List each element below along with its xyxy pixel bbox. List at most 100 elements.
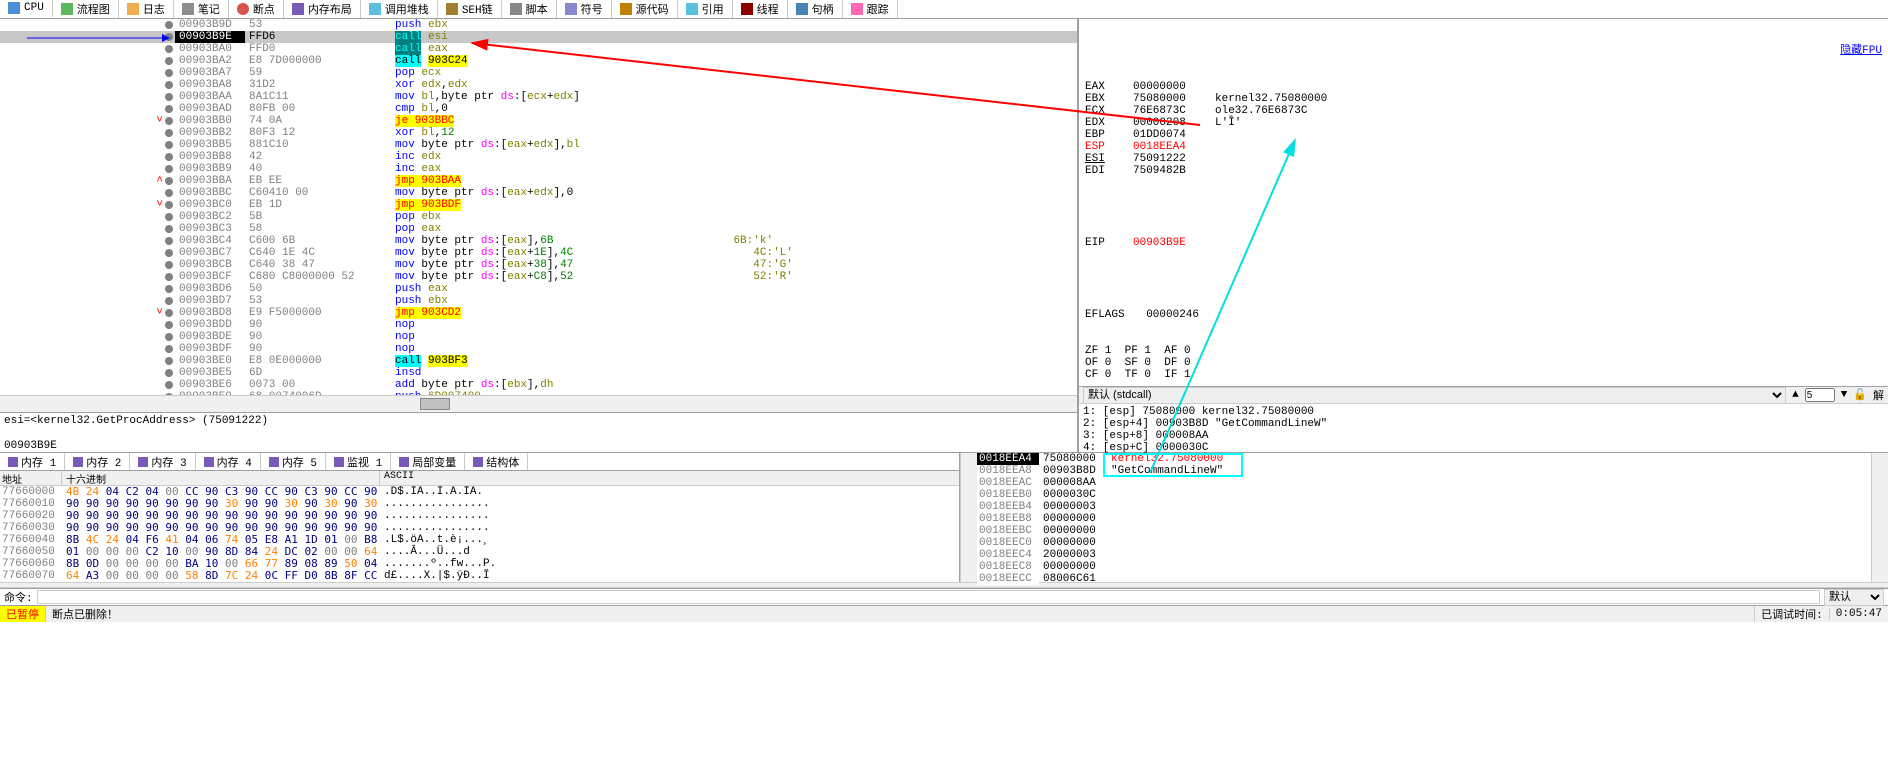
- disasm-row[interactable]: 00903BB940inc eax: [0, 163, 1077, 175]
- breakpoint-dot[interactable]: [165, 93, 173, 101]
- mem-vscroll[interactable]: [960, 453, 977, 582]
- breakpoint-dot[interactable]: [165, 213, 173, 221]
- tab-stack[interactable]: 调用堆栈: [361, 0, 438, 18]
- tab-seh[interactable]: SEH链: [438, 0, 502, 18]
- disasm-row[interactable]: 00903BAD80FB 00cmp bl,0: [0, 103, 1077, 115]
- breakpoint-dot[interactable]: [165, 177, 173, 185]
- reg-edi-value[interactable]: 7509482B: [1133, 165, 1215, 177]
- disasm-row[interactable]: 00903B9EFFD6call esi: [0, 31, 1077, 43]
- tab-src[interactable]: 源代码: [612, 0, 678, 18]
- breakpoint-dot[interactable]: [165, 273, 173, 281]
- breakpoint-dot[interactable]: [165, 165, 173, 173]
- breakpoint-dot[interactable]: [165, 117, 173, 125]
- disasm-row[interactable]: 00903BB842inc edx: [0, 151, 1077, 163]
- breakpoint-dot[interactable]: [165, 297, 173, 305]
- memhdr-hex[interactable]: 十六进制: [62, 471, 380, 485]
- arg-count-input[interactable]: [1805, 388, 1835, 402]
- breakpoint-dot[interactable]: [165, 333, 173, 341]
- stack-row[interactable]: 0018EEBC00000000: [977, 525, 1871, 537]
- disasm-row[interactable]: 00903BC7C640 1E 4Cmov byte ptr ds:[eax+1…: [0, 247, 1077, 259]
- stack-row[interactable]: 0018EEB800000000: [977, 513, 1871, 525]
- breakpoint-dot[interactable]: [165, 141, 173, 149]
- cmd-combo[interactable]: 默认: [1824, 589, 1884, 606]
- disasm-row[interactable]: ˅00903BC0EB 1Djmp 903BDF: [0, 199, 1077, 211]
- disasm-row[interactable]: 00903BDD90nop: [0, 319, 1077, 331]
- stack-row[interactable]: 0018EEAC000008AA: [977, 477, 1871, 489]
- mem-tab-4[interactable]: 内存 5: [261, 453, 326, 470]
- disasm-row[interactable]: 00903BA0FFD0call eax: [0, 43, 1077, 55]
- disasm-row[interactable]: 00903BA2E8 7D000000call 903C24: [0, 55, 1077, 67]
- registers-panel[interactable]: 隐藏FPU EAX00000000EBX75080000kernel32.750…: [1079, 19, 1888, 386]
- tab-ref[interactable]: 引用: [678, 0, 733, 18]
- disasm-row[interactable]: 00903BDE90nop: [0, 331, 1077, 343]
- reg-ecx-value[interactable]: 76E6873C: [1133, 105, 1215, 117]
- mem-tab-3[interactable]: 内存 4: [196, 453, 261, 470]
- disasm-row[interactable]: 00903BD650push eax: [0, 283, 1077, 295]
- tab-mem[interactable]: 内存布局: [284, 0, 361, 18]
- breakpoint-dot[interactable]: [165, 45, 173, 53]
- mem-tab-2[interactable]: 内存 3: [130, 453, 195, 470]
- tab-flow[interactable]: 流程图: [53, 0, 119, 18]
- mem-tab-5[interactable]: 监视 1: [326, 453, 391, 470]
- disasm-row[interactable]: 00903BE60073 00add byte ptr ds:[ebx],dh: [0, 379, 1077, 391]
- flag-line[interactable]: ZF 1 PF 1 AF 0: [1085, 345, 1882, 357]
- disasm-row[interactable]: ˅00903BB074 0Aje 903BBC: [0, 115, 1077, 127]
- disasm-row[interactable]: 00903BA831D2xor edx,edx: [0, 79, 1077, 91]
- tab-log[interactable]: 日志: [119, 0, 174, 18]
- disasm-row[interactable]: 00903BD753push ebx: [0, 295, 1077, 307]
- breakpoint-dot[interactable]: [165, 309, 173, 317]
- hide-fpu-link[interactable]: 隐藏FPU: [1840, 45, 1882, 57]
- disasm-row[interactable]: 00903BE0E8 0E000000call 903BF3: [0, 355, 1077, 367]
- breakpoint-dot[interactable]: [165, 381, 173, 389]
- breakpoint-dot[interactable]: [165, 81, 173, 89]
- disasm-row[interactable]: 00903BB5881C10mov byte ptr ds:[eax+edx],…: [0, 139, 1077, 151]
- reg-edx-value[interactable]: 00000208: [1133, 117, 1215, 129]
- disasm-row[interactable]: ˄00903BBAEB EEjmp 903BAA: [0, 175, 1077, 187]
- stack-row[interactable]: 0018EEC420000003: [977, 549, 1871, 561]
- disasm-row[interactable]: 00903BAA8A1C11mov bl,byte ptr ds:[ecx+ed…: [0, 91, 1077, 103]
- disasm-row[interactable]: 00903BC358pop eax: [0, 223, 1077, 235]
- breakpoint-dot[interactable]: [165, 321, 173, 329]
- tab-cpu[interactable]: CPU: [0, 0, 53, 18]
- stack-panel[interactable]: 0018EEA475080000kernel32.750800000018EEA…: [977, 453, 1871, 582]
- tab-hnd[interactable]: 句柄: [788, 0, 843, 18]
- arg-up-icon[interactable]: ▲: [1792, 389, 1799, 401]
- breakpoint-dot[interactable]: [165, 21, 173, 29]
- breakpoint-dot[interactable]: [165, 261, 173, 269]
- arg-down-icon[interactable]: ▼: [1841, 389, 1848, 401]
- disasm-row[interactable]: 00903B9D53push ebx: [0, 19, 1077, 31]
- disasm-row[interactable]: 00903BDF90nop: [0, 343, 1077, 355]
- reg-eax-value[interactable]: 00000000: [1133, 81, 1215, 93]
- disasm-row[interactable]: 00903BC25Bpop ebx: [0, 211, 1077, 223]
- disassembly-view[interactable]: 00903B9D53push ebx00903B9EFFD6call esi00…: [0, 19, 1077, 395]
- reg-ebx-value[interactable]: 75080000: [1133, 93, 1215, 105]
- flag-line[interactable]: OF 0 SF 0 DF 0: [1085, 357, 1882, 369]
- disasm-row[interactable]: 00903BCBC640 38 47mov byte ptr ds:[eax+3…: [0, 259, 1077, 271]
- disasm-row[interactable]: 00903BE56Dinsd: [0, 367, 1077, 379]
- stack-row[interactable]: 0018EEC000000000: [977, 537, 1871, 549]
- tab-script[interactable]: 脚本: [502, 0, 557, 18]
- breakpoint-dot[interactable]: [165, 225, 173, 233]
- breakpoint-dot[interactable]: [165, 189, 173, 197]
- eflags-value[interactable]: 00000246: [1146, 309, 1199, 321]
- breakpoint-dot[interactable]: [165, 357, 173, 365]
- breakpoint-dot[interactable]: [165, 201, 173, 209]
- breakpoint-dot[interactable]: [165, 345, 173, 353]
- reg-ebp-value[interactable]: 01DD0074: [1133, 129, 1215, 141]
- scroll-thumb[interactable]: [420, 398, 450, 410]
- flag-line[interactable]: CF 0 TF 0 IF 1: [1085, 369, 1882, 381]
- disasm-row[interactable]: 00903BC4C600 6Bmov byte ptr ds:[eax],6B6…: [0, 235, 1077, 247]
- tab-note[interactable]: 笔记: [174, 0, 229, 18]
- callconv-select[interactable]: 默认 (stdcall): [1083, 387, 1786, 404]
- tab-sym[interactable]: 符号: [557, 0, 612, 18]
- breakpoint-dot[interactable]: [165, 105, 173, 113]
- disasm-row[interactable]: ˅00903BD8E9 F5000000jmp 903CD2: [0, 307, 1077, 319]
- args-body[interactable]: 1: [esp] 75080000 kernel32.750800002: [e…: [1079, 404, 1888, 456]
- tab-thr[interactable]: 线程: [733, 0, 788, 18]
- disasm-row[interactable]: 00903BB280F3 12xor bl,12: [0, 127, 1077, 139]
- arg-line[interactable]: 3: [esp+8] 000008AA: [1083, 430, 1884, 442]
- breakpoint-dot[interactable]: [165, 69, 173, 77]
- memhdr-addr[interactable]: 地址: [0, 471, 62, 485]
- cmd-input[interactable]: [37, 590, 1820, 604]
- mem-tab-6[interactable]: 局部变量: [391, 453, 465, 470]
